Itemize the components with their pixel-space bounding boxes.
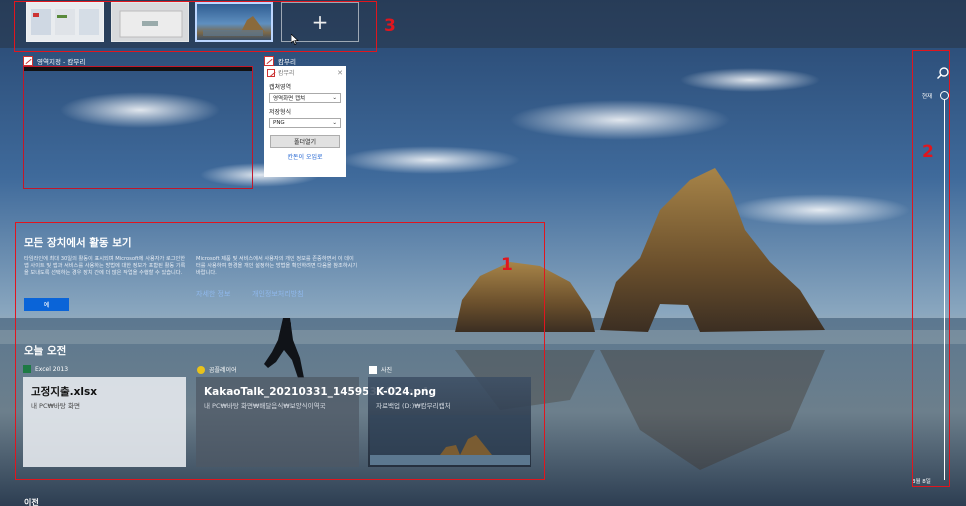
open-folder-button[interactable]: 폴더열기 xyxy=(270,135,340,148)
window-label-area-select: 영역지정 - 캄무리 xyxy=(23,56,85,66)
window-label-kammuri: 캄무리 xyxy=(264,56,296,66)
save-format-select[interactable]: PNG ⌄ xyxy=(269,118,341,128)
annotation-number-2: 2 xyxy=(922,142,934,162)
kammuri-app-icon xyxy=(23,56,33,66)
chevron-down-icon: ⌄ xyxy=(332,95,337,101)
earlier-heading: 이전 xyxy=(24,498,39,506)
window-thumbnail-kammuri[interactable]: 캄무리 ✕ 캡쳐영역 영역화면 캡쳐 ⌄ 저장형식 PNG ⌄ 폴더열기 칸돈이… xyxy=(264,66,346,177)
footer-link[interactable]: 칸돈이 오입로 xyxy=(264,152,346,161)
annotation-box-1 xyxy=(15,222,545,480)
close-icon[interactable]: ✕ xyxy=(337,69,343,77)
annotation-number-3: 3 xyxy=(384,16,396,36)
dialog-titlebar: 캄무리 ✕ xyxy=(264,66,346,79)
window-thumbnail-area-select[interactable] xyxy=(23,66,253,189)
window-titlebar xyxy=(24,67,252,71)
capture-area-select[interactable]: 영역화면 캡쳐 ⌄ xyxy=(269,93,341,103)
capture-area-label: 캡쳐영역 xyxy=(269,84,292,91)
annotation-box-3 xyxy=(14,1,377,52)
annotation-number-1: 1 xyxy=(501,255,513,275)
chevron-down-icon: ⌄ xyxy=(332,120,337,126)
kammuri-app-icon xyxy=(267,68,275,77)
kammuri-app-icon xyxy=(264,56,274,66)
save-format-label: 저장형식 xyxy=(269,109,292,116)
annotation-box-2 xyxy=(912,50,950,487)
